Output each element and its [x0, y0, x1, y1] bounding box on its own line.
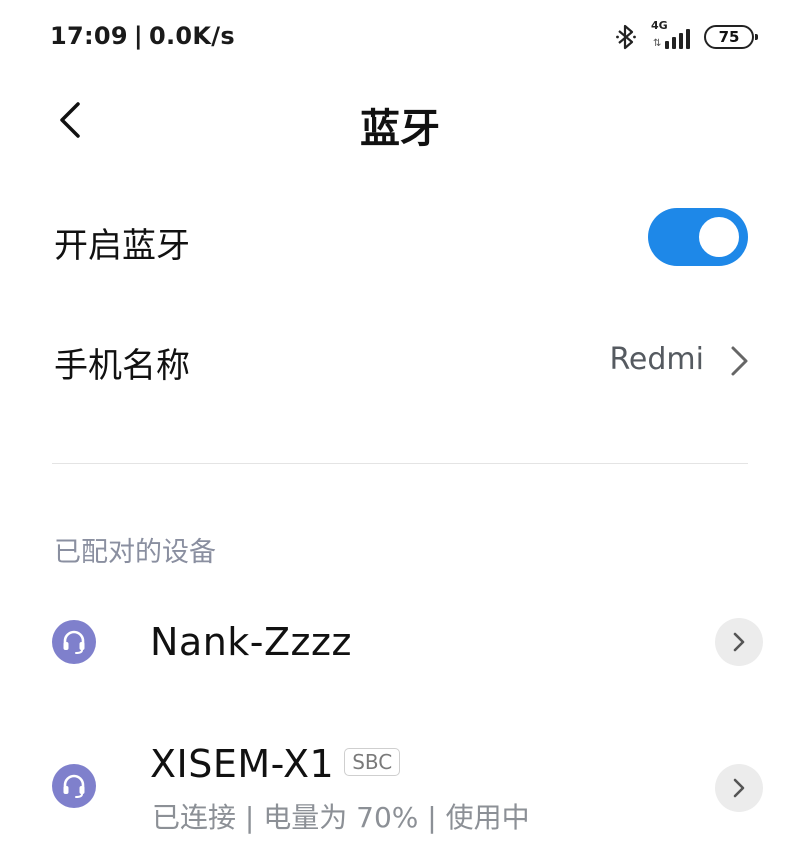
paired-device-row[interactable]: Nank-Zzzz — [0, 596, 800, 696]
device-status: 已连接 | 电量为 70% | 使用中 — [152, 801, 530, 834]
data-arrows-icon: ⇅ — [653, 38, 662, 49]
status-separator: | — [133, 22, 143, 50]
divider — [52, 463, 748, 464]
network-type: 4G — [651, 19, 668, 32]
status-icons: 4G ⇅ 75 — [615, 19, 758, 54]
device-name: XISEM-X1 SBC — [150, 742, 401, 786]
device-name: Nank-Zzzz — [150, 620, 352, 664]
codec-badge: SBC — [344, 748, 401, 776]
cellular-signal-icon: 4G ⇅ — [651, 19, 690, 49]
device-detail-button[interactable] — [715, 618, 763, 666]
chevron-right-icon — [731, 346, 748, 376]
bluetooth-status-icon — [615, 23, 637, 51]
battery-icon: 75 — [704, 25, 758, 49]
device-name-row[interactable]: 手机名称 Redmi — [0, 320, 800, 400]
bluetooth-toggle-label: 开启蓝牙 — [54, 226, 190, 266]
net-speed: 0.0K/s — [148, 22, 235, 50]
device-name-label: 手机名称 — [54, 346, 190, 386]
status-bar: 17:09 | 0.0K/s 4G ⇅ 75 — [0, 0, 800, 76]
bluetooth-toggle[interactable] — [648, 208, 748, 266]
chevron-right-icon — [733, 632, 745, 652]
status-left: 17:09 | 0.0K/s — [50, 22, 235, 50]
device-name-text: XISEM-X1 — [150, 742, 335, 786]
status-time: 17:09 — [50, 22, 128, 50]
device-name-value: Redmi — [609, 342, 704, 377]
chevron-right-icon — [733, 778, 745, 798]
device-detail-button[interactable] — [715, 764, 763, 812]
headset-icon — [52, 620, 96, 664]
battery-level: 75 — [718, 28, 740, 46]
page-title: 蓝牙 — [360, 106, 440, 152]
headset-icon — [52, 764, 96, 808]
paired-device-row[interactable]: XISEM-X1 SBC 已连接 | 电量为 70% | 使用中 — [0, 736, 800, 852]
toggle-knob — [696, 214, 742, 260]
paired-devices-title: 已配对的设备 — [54, 537, 216, 568]
header: 蓝牙 — [0, 90, 800, 154]
